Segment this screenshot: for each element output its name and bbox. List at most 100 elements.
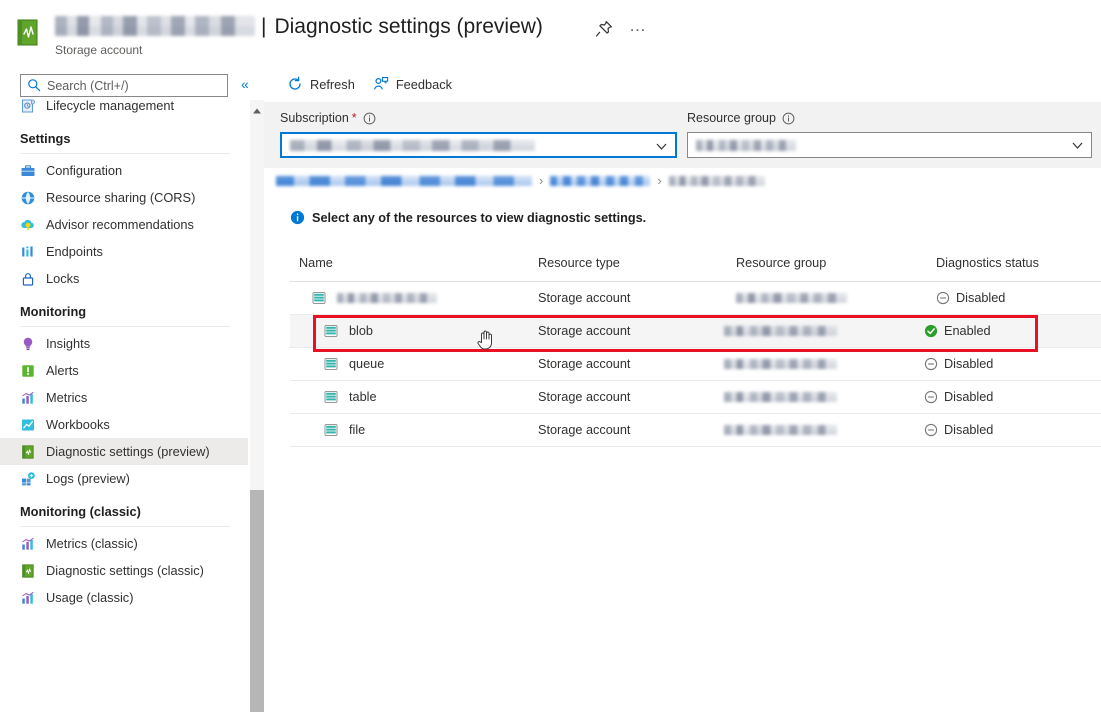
cell-resource-group [736, 289, 936, 307]
sidebar-item-label: Metrics [46, 390, 88, 405]
resource-group-dropdown[interactable] [687, 132, 1092, 158]
sidebar-item-metrics[interactable]: Metrics [0, 384, 248, 411]
metrics-chart-icon [20, 590, 36, 606]
subscription-dropdown[interactable] [280, 132, 677, 158]
sidebar-item-usage-classic[interactable]: Usage (classic) [0, 584, 248, 611]
sidebar-item-alerts[interactable]: Alerts [0, 357, 248, 384]
sidebar-item-label: Locks [46, 271, 80, 286]
more-options-icon[interactable]: … [627, 17, 649, 40]
sidebar-item-locks[interactable]: Locks [0, 265, 248, 292]
sidebar-item-label: Usage (classic) [46, 590, 134, 605]
column-header-resource-group[interactable]: Resource group [736, 256, 936, 270]
sidebar-item-diagnostic-settings-preview[interactable]: Diagnostic settings (preview) [0, 438, 248, 465]
sidebar-item-label: Insights [46, 336, 91, 351]
feedback-person-icon [373, 76, 389, 92]
resource-group-value-redacted [696, 139, 796, 151]
divider [290, 446, 1101, 447]
info-notice-text: Select any of the resources to view diag… [312, 210, 647, 225]
enabled-check-icon [924, 324, 938, 338]
table-row[interactable]: table Storage account Disabled [290, 381, 1101, 413]
sidebar-item-label: Logs (preview) [46, 471, 130, 486]
sidebar-item-lifecycle-management[interactable]: Lifecycle management [0, 92, 248, 119]
sidebar-item-logs-preview[interactable]: Logs (preview) [0, 465, 248, 492]
cell-resource-type: Storage account [538, 357, 631, 371]
sidebar-item-label: Alerts [46, 363, 79, 378]
column-header-resource-type[interactable]: Resource type [538, 256, 736, 270]
sidebar-item-label: Workbooks [46, 417, 110, 432]
storage-account-icon [323, 323, 339, 339]
sidebar: « Lifecycle management Settings [0, 66, 249, 712]
info-notice: Select any of the resources to view diag… [290, 210, 646, 225]
sidebar-scrollbar-thumb[interactable] [250, 490, 264, 712]
scroll-up-arrow-icon[interactable] [252, 103, 262, 114]
refresh-label: Refresh [310, 76, 355, 92]
diagnostic-settings-icon [20, 563, 36, 579]
resource-group-redacted [724, 424, 837, 435]
sidebar-item-resource-sharing-cors[interactable]: Resource sharing (CORS) [0, 184, 248, 211]
status-label: Disabled [944, 390, 994, 404]
refresh-button[interactable]: Refresh [285, 69, 365, 99]
row-name-label: queue [349, 357, 385, 371]
status-label: Disabled [944, 357, 994, 371]
sidebar-item-configuration[interactable]: Configuration [0, 157, 248, 184]
breadcrumb: › › [276, 173, 765, 188]
table-row[interactable]: file Storage account Disabled [290, 414, 1101, 446]
sidebar-item-metrics-classic[interactable]: Metrics (classic) [0, 530, 248, 557]
sidebar-item-label: Configuration [46, 163, 123, 178]
cors-icon [20, 190, 36, 206]
sidebar-item-label: Advisor recommendations [46, 217, 194, 232]
info-icon[interactable] [782, 112, 795, 125]
table-row[interactable]: Storage account Disabled [290, 282, 1101, 314]
table-row[interactable]: blob Storage account Enabled [290, 315, 1101, 347]
cell-resource-group [724, 388, 924, 406]
breadcrumb-segment-link[interactable] [276, 175, 532, 186]
sidebar-item-label: Lifecycle management [46, 98, 175, 113]
sidebar-item-advisor-recommendations[interactable]: Advisor recommendations [0, 211, 248, 238]
insights-bulb-icon [20, 336, 36, 352]
advisor-icon [20, 217, 36, 233]
storage-account-icon [311, 290, 327, 306]
sidebar-group-settings: Settings [20, 131, 71, 146]
row-name-label: file [349, 423, 366, 437]
breadcrumb-separator: › [539, 173, 544, 188]
resource-group-label: Resource group [687, 111, 795, 125]
cell-diagnostics-status: Disabled [924, 357, 1084, 371]
feedback-button[interactable]: Feedback [371, 69, 462, 99]
configuration-icon [20, 163, 36, 179]
breadcrumb-segment-link[interactable] [550, 175, 651, 186]
resource-name-redacted [55, 16, 255, 36]
status-label: Disabled [956, 291, 1006, 305]
feedback-label: Feedback [395, 76, 453, 92]
info-icon[interactable] [363, 112, 376, 125]
disabled-circle-icon [924, 423, 938, 437]
breadcrumb-segment-current [668, 175, 765, 186]
storage-account-icon [323, 389, 339, 405]
sidebar-item-label: Metrics (classic) [46, 536, 138, 551]
cell-resource-type: Storage account [538, 324, 631, 338]
pin-icon[interactable] [593, 18, 615, 40]
cell-name: table [290, 389, 538, 405]
table-row[interactable]: queue Storage account Disabled [290, 348, 1101, 380]
logs-icon [20, 471, 36, 487]
sidebar-item-diagnostic-settings-classic[interactable]: Diagnostic settings (classic) [0, 557, 248, 584]
cell-resource-type: Storage account [538, 390, 631, 404]
cell-name: file [290, 422, 538, 438]
divider [20, 326, 230, 327]
row-name-label: table [349, 390, 377, 404]
disabled-circle-icon [924, 357, 938, 371]
cell-name: blob [290, 323, 538, 339]
title-separator: | [261, 14, 267, 38]
column-header-diagnostics-status[interactable]: Diagnostics status [936, 256, 1096, 270]
resource-group-redacted [724, 391, 837, 402]
page-subtitle: Storage account [55, 43, 143, 57]
sidebar-item-endpoints[interactable]: Endpoints [0, 238, 248, 265]
sidebar-item-insights[interactable]: Insights [0, 330, 248, 357]
status-label: Enabled [944, 324, 991, 338]
disabled-circle-icon [924, 390, 938, 404]
breadcrumb-separator: › [657, 173, 662, 188]
divider [20, 153, 230, 154]
column-header-name[interactable]: Name [290, 256, 538, 270]
sidebar-item-workbooks[interactable]: Workbooks [0, 411, 248, 438]
resources-table: Name Resource type Resource group Diagno… [290, 256, 1101, 447]
page-title-text: Diagnostic settings (preview) [274, 14, 543, 38]
